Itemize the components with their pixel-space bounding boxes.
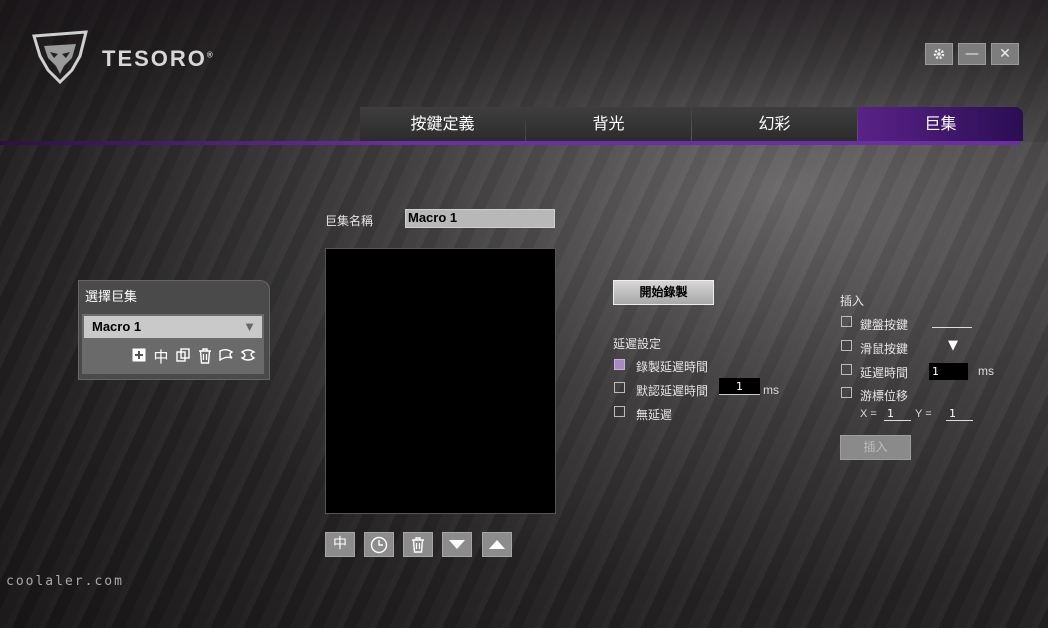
copy-icon[interactable] bbox=[174, 348, 192, 366]
macro-event-list[interactable] bbox=[325, 248, 556, 514]
insert-delay-input[interactable]: 1 bbox=[929, 363, 968, 380]
insert-delay-unit: ms bbox=[978, 364, 994, 378]
gear-icon bbox=[933, 48, 945, 60]
keyboard-key-label: 鍵盤按鍵 bbox=[860, 318, 909, 332]
registered-mark: ® bbox=[206, 50, 215, 60]
tab-key-assignment[interactable]: 按鍵定義 bbox=[360, 107, 525, 141]
tab-spectrum[interactable]: 幻彩 bbox=[692, 107, 857, 141]
main-tabs: 按鍵定義 背光 幻彩 巨集 bbox=[360, 107, 1024, 141]
tab-macro[interactable]: 巨集 bbox=[858, 107, 1023, 141]
minimize-icon: — bbox=[965, 46, 979, 62]
mouse-button-checkbox[interactable] bbox=[841, 340, 852, 351]
split-icon: 中 bbox=[333, 536, 347, 552]
no-delay-checkbox[interactable] bbox=[614, 406, 625, 417]
tesoro-logo-icon bbox=[32, 30, 88, 84]
chevron-down-icon: ▼ bbox=[243, 319, 256, 334]
import-icon[interactable] bbox=[217, 348, 235, 366]
insert-button[interactable]: 插入 bbox=[840, 435, 911, 460]
watermark: coolaler.com bbox=[6, 574, 124, 589]
close-icon: ✕ bbox=[999, 46, 1011, 62]
x-label: X = bbox=[860, 408, 877, 420]
move-up-button[interactable] bbox=[482, 532, 512, 557]
minimize-button[interactable]: — bbox=[958, 43, 986, 65]
split-event-button[interactable]: 中 bbox=[325, 532, 355, 557]
x-input[interactable]: 1 bbox=[884, 407, 911, 421]
insert-delay-button[interactable] bbox=[364, 532, 394, 557]
record-delay-checkbox[interactable] bbox=[614, 359, 625, 370]
tab-underline bbox=[0, 141, 1020, 145]
macro-name-input[interactable]: Macro 1 bbox=[405, 209, 555, 228]
keyboard-key-checkbox[interactable] bbox=[841, 316, 852, 327]
no-delay-label: 無延遲 bbox=[636, 408, 673, 422]
trash-icon bbox=[412, 537, 424, 553]
macro-name-label: 巨集名稱 bbox=[325, 214, 374, 228]
cursor-move-checkbox[interactable] bbox=[841, 387, 852, 398]
select-macro-title: 選擇巨集 bbox=[85, 290, 138, 305]
split-icon[interactable]: 中 bbox=[152, 348, 170, 366]
delay-settings-title: 延遲設定 bbox=[613, 337, 662, 351]
brand-text: TESORO bbox=[102, 46, 207, 71]
y-label: Y = bbox=[915, 408, 932, 420]
default-delay-input[interactable]: 1 bbox=[719, 378, 760, 395]
default-delay-unit: ms bbox=[763, 383, 779, 397]
brand-name: TESORO® bbox=[102, 46, 215, 72]
add-icon[interactable] bbox=[130, 348, 148, 366]
export-icon[interactable] bbox=[239, 348, 257, 366]
cursor-move-label: 游標位移 bbox=[860, 389, 909, 403]
chevron-down-icon[interactable]: ▼ bbox=[948, 338, 958, 353]
move-up-icon bbox=[489, 540, 505, 549]
trash-icon[interactable] bbox=[196, 348, 214, 366]
close-button[interactable]: ✕ bbox=[991, 43, 1019, 65]
clock-icon bbox=[370, 536, 388, 554]
y-input[interactable]: 1 bbox=[946, 407, 973, 421]
default-delay-checkbox[interactable] bbox=[614, 382, 625, 393]
record-delay-label: 錄製延遲時間 bbox=[636, 360, 709, 374]
move-down-icon bbox=[449, 540, 465, 549]
mouse-button-label: 滑鼠按鍵 bbox=[860, 342, 909, 356]
default-delay-label: 默認延遲時間 bbox=[636, 384, 709, 398]
keyboard-key-input[interactable] bbox=[932, 314, 972, 328]
macro-select-value: Macro 1 bbox=[92, 319, 142, 334]
tab-backlight[interactable]: 背光 bbox=[526, 107, 691, 141]
insert-delay-checkbox[interactable] bbox=[841, 364, 852, 375]
insert-delay-label: 延遲時間 bbox=[860, 366, 909, 380]
move-down-button[interactable] bbox=[442, 532, 472, 557]
delete-event-button[interactable] bbox=[403, 532, 433, 557]
macro-select[interactable]: Macro 1 ▼ bbox=[84, 316, 262, 338]
settings-button[interactable] bbox=[925, 43, 953, 65]
insert-title: 插入 bbox=[840, 294, 865, 308]
start-recording-button[interactable]: 開始錄製 bbox=[613, 280, 714, 305]
